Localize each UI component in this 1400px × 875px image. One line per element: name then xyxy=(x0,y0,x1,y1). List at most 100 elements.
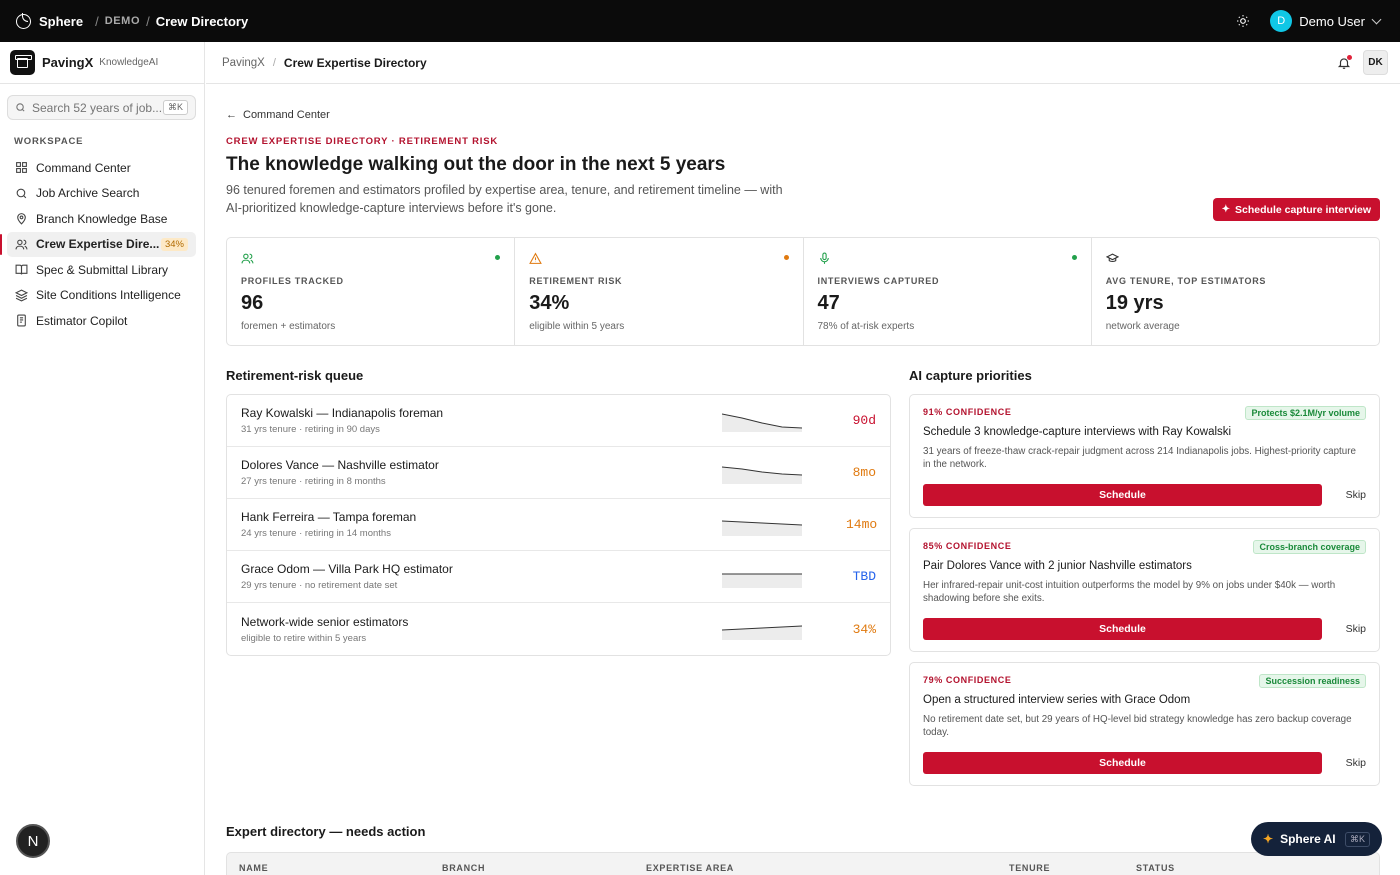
sidebar-search[interactable]: ⌘K xyxy=(7,95,196,120)
capture-actions: Schedule Skip xyxy=(923,752,1366,774)
next-dev-button[interactable]: N xyxy=(16,824,50,858)
breadcrumb-root[interactable]: PavingX xyxy=(222,57,265,69)
queue-row-title: Dolores Vance — Nashville estimator xyxy=(241,458,439,472)
impact-badge: Protects $2.1M/yr volume xyxy=(1245,406,1366,420)
queue-row[interactable]: Dolores Vance — Nashville estimator 27 yr… xyxy=(227,447,890,499)
capture-title: Schedule 3 knowledge-capture interviews … xyxy=(923,426,1232,438)
column-header-status[interactable]: STATUS xyxy=(1136,863,1175,873)
app-brand[interactable]: Sphere xyxy=(39,14,83,29)
main-content: ← Command Center CREW EXPERTISE DIRECTOR… xyxy=(226,84,1380,875)
queue-row[interactable]: Network-wide senior estimators eligible t… xyxy=(227,603,890,655)
sidebar-item-branch-knowledge[interactable]: Branch Knowledge Base xyxy=(7,206,196,231)
queue-row[interactable]: Grace Odom — Villa Park HQ estimator 29 y… xyxy=(227,551,890,603)
sidebar-item-command-center[interactable]: Command Center xyxy=(7,155,196,180)
trend-sparkline xyxy=(722,573,802,588)
stat-subtext: foremen + estimators xyxy=(241,321,336,332)
schedule-button[interactable]: Schedule xyxy=(923,618,1322,640)
queue-row-subtitle: 29 yrs tenure · no retirement date set xyxy=(241,580,398,591)
trend-sparkline xyxy=(722,625,802,640)
book-icon xyxy=(14,263,28,277)
sidebar-item-site-conditions[interactable]: Site Conditions Intelligence xyxy=(7,283,196,308)
capture-card: 79% CONFIDENCE Succession readiness Open a… xyxy=(909,662,1380,786)
page-eyebrow: CREW EXPERTISE DIRECTORY · RETIREMENT RI… xyxy=(226,136,499,147)
arrow-left-icon: ← xyxy=(226,109,237,121)
stat-value: 47 xyxy=(817,292,840,314)
stat-subtext: network average xyxy=(1105,321,1180,332)
sun-icon[interactable] xyxy=(1234,12,1252,30)
sparkline-area xyxy=(722,466,802,484)
stat-value: 34% xyxy=(529,292,570,314)
sparkle-icon: ✦ xyxy=(1263,832,1274,846)
back-link-label: Command Center xyxy=(243,109,330,121)
mic-icon xyxy=(818,252,831,268)
capture-description: Her infrared-repair unit-cost intuition … xyxy=(923,580,1336,604)
breadcrumb-separator: / xyxy=(272,56,276,69)
skip-button[interactable]: Skip xyxy=(1322,489,1366,501)
page-description: 96 tenured foremen and estimators profil… xyxy=(226,183,783,215)
back-link[interactable]: ← Command Center xyxy=(226,109,1380,121)
user-name[interactable]: Demo User xyxy=(1299,14,1365,29)
account-avatar[interactable]: DK xyxy=(1363,50,1388,75)
queue-row-text: Hank Ferreira — Tampa foreman 24 yrs tenu… xyxy=(241,510,416,539)
queue-row-subtitle: 31 yrs tenure · retiring in 90 days xyxy=(241,424,380,435)
stat-label: PROFILES TRACKED xyxy=(241,276,344,286)
queue-title: Retirement-risk queue xyxy=(226,368,364,383)
sidebar-header: PavingX KnowledgeAI xyxy=(0,42,204,84)
topbar-right: D Demo User xyxy=(1234,10,1384,32)
queue-row-subtitle: 24 yrs tenure · retiring in 14 months xyxy=(241,528,391,539)
sphere-logo-icon[interactable] xyxy=(16,12,31,29)
breadcrumb-demo[interactable]: DEMO xyxy=(105,15,140,27)
stat-value: 19 yrs xyxy=(1105,292,1164,314)
sidebar-section-label: WORKSPACE xyxy=(14,136,84,147)
stat-avg-tenure: AVG TENURE, TOP ESTIMATORS 19 yrs networ… xyxy=(1092,238,1379,345)
doc-icon xyxy=(14,314,28,328)
stat-label: RETIREMENT RISK xyxy=(529,276,623,286)
sidebar-item-label: Site Conditions Intelligence xyxy=(36,288,181,302)
column-header-expertise[interactable]: EXPERTISE AREA xyxy=(646,863,734,873)
queue-row-value: 90d xyxy=(852,413,876,428)
capture-card: 91% CONFIDENCE Protects $2.1M/yr volume Sc… xyxy=(909,394,1380,518)
chevron-down-icon[interactable] xyxy=(1371,14,1382,24)
queue-row-title: Network-wide senior estimators xyxy=(241,614,409,629)
sidebar: PavingX KnowledgeAI ⌘K WORKSPACE Command… xyxy=(0,42,205,875)
column-header-branch[interactable]: BRANCH xyxy=(442,863,485,873)
capture-title: Pair Dolores Vance with 2 junior Nashvil… xyxy=(923,560,1192,572)
sidebar-item-spec-library[interactable]: Spec & Submittal Library xyxy=(7,257,196,282)
status-dot xyxy=(783,255,789,260)
column-header-name[interactable]: NAME xyxy=(239,863,268,873)
user-avatar[interactable]: D xyxy=(1270,10,1293,32)
sidebar-item-label: Job Archive Search xyxy=(36,186,140,200)
queue-row[interactable]: Ray Kowalski — Indianapolis foreman 31 yr… xyxy=(227,395,890,447)
breadcrumb-current: Crew Directory xyxy=(155,13,249,29)
stat-interviews-captured: INTERVIEWS CAPTURED 47 78% of at-risk ex… xyxy=(804,238,1092,345)
queue-row-title: Hank Ferreira — Tampa foreman xyxy=(241,510,417,524)
sidebar-item-job-archive[interactable]: Job Archive Search xyxy=(7,181,196,206)
sphere-ai-button[interactable]: ✦ Sphere AI ⌘K xyxy=(1251,822,1382,856)
archive-logo-icon xyxy=(10,50,35,75)
queue-row-text: Dolores Vance — Nashville estimator 27 yr… xyxy=(241,458,439,487)
schedule-button[interactable]: Schedule xyxy=(923,484,1322,506)
skip-button[interactable]: Skip xyxy=(1322,623,1366,635)
sidebar-item-estimator-copilot[interactable]: Estimator Copilot xyxy=(7,308,196,333)
queue-row[interactable]: Hank Ferreira — Tampa foreman 24 yrs tenu… xyxy=(227,499,890,551)
search-shortcut-badge: ⌘K xyxy=(162,100,188,115)
capture-title: Open a structured interview series with … xyxy=(923,694,1191,706)
schedule-button[interactable]: Schedule xyxy=(923,752,1322,774)
trend-sparkline xyxy=(722,413,802,432)
page-title: The knowledge walking out the door in th… xyxy=(226,154,726,175)
search-input[interactable] xyxy=(32,100,163,115)
top-bar: Sphere / DEMO / Crew Directory D Demo Us… xyxy=(0,0,1400,42)
column-header-tenure[interactable]: TENURE xyxy=(1009,863,1050,873)
trend-sparkline xyxy=(722,466,802,484)
impact-badge: Succession readiness xyxy=(1259,674,1366,688)
queue-row-text: Grace Odom — Villa Park HQ estimator 29 y… xyxy=(241,562,453,591)
queue-row-title: Grace Odom — Villa Park HQ estimator xyxy=(241,562,453,576)
skip-button[interactable]: Skip xyxy=(1322,757,1366,769)
schedule-capture-interview-button[interactable]: ✦ Schedule capture interview xyxy=(1212,198,1380,221)
sidebar-item-crew-expertise[interactable]: Crew Expertise Dire... 34% xyxy=(0,231,196,257)
bell-icon[interactable] xyxy=(1337,54,1352,70)
queue-row-text: Network-wide senior estimators eligible t… xyxy=(241,615,408,644)
status-dot xyxy=(1071,255,1077,260)
capture-priorities-list: 91% CONFIDENCE Protects $2.1M/yr volume Sc… xyxy=(909,394,1380,796)
queue-row-title: Ray Kowalski — Indianapolis foreman xyxy=(241,406,444,420)
